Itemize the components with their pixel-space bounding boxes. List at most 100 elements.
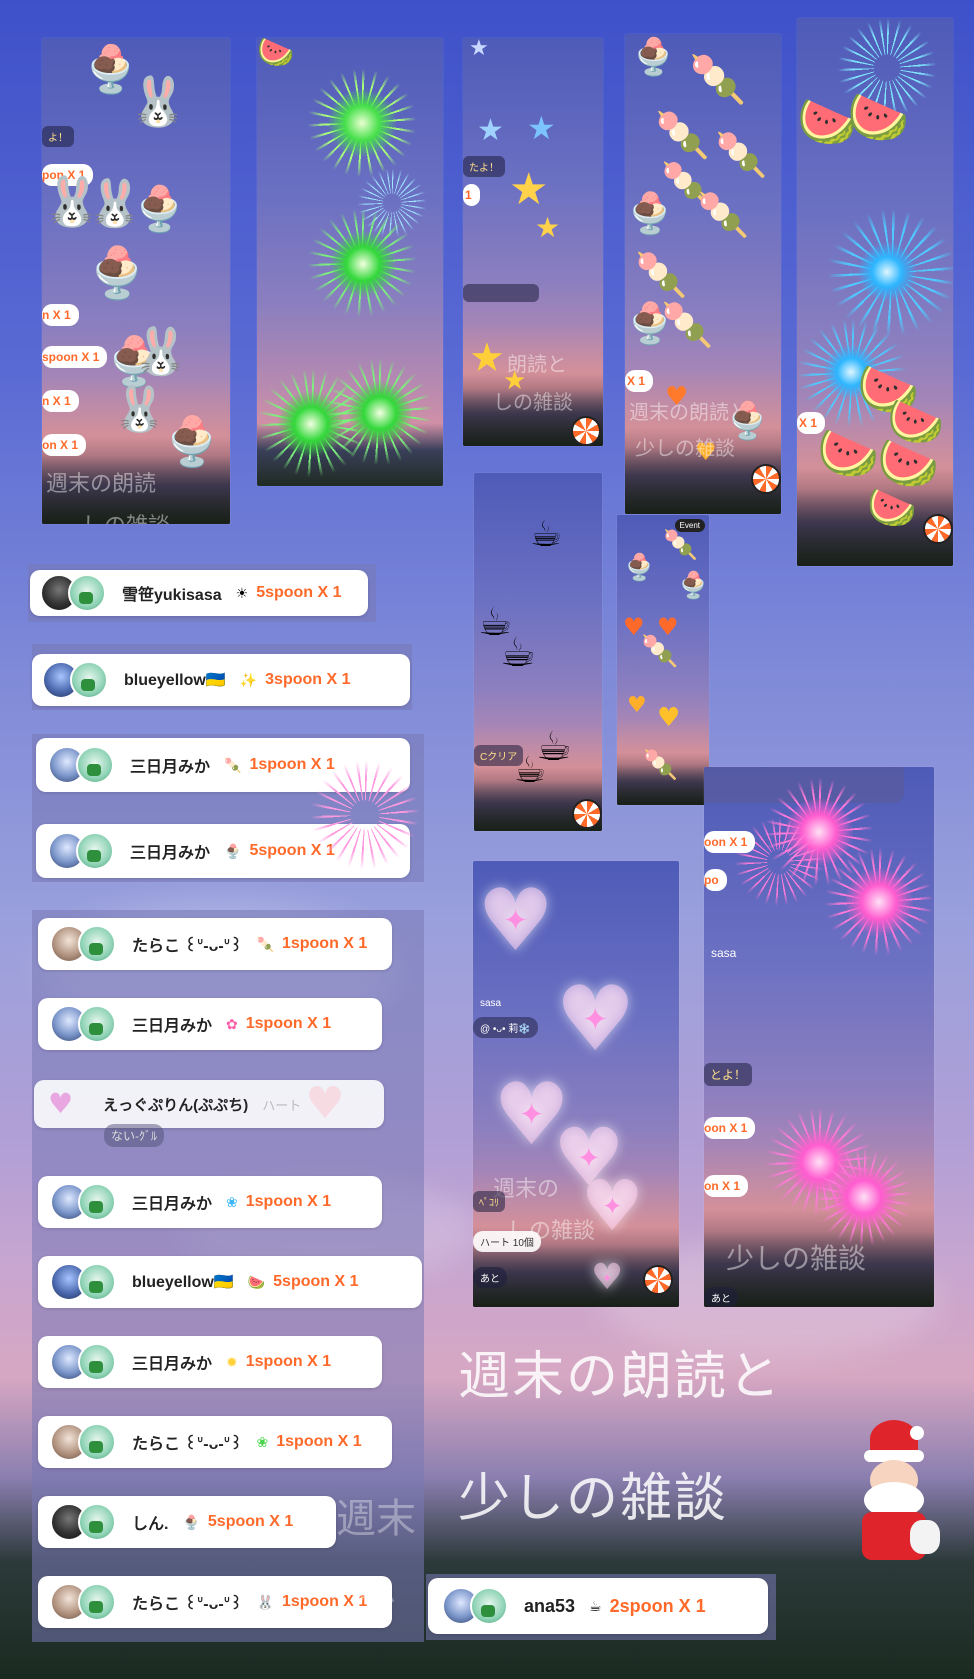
gift-icon: ✹ [226, 1353, 238, 1370]
gift-amount: 1spoon X 1 [249, 756, 335, 773]
faded-chat: ない-ｸﾞﾙ [104, 1124, 164, 1147]
heart-bubble-icon: ♥ [555, 967, 636, 1072]
ice-pop-icon: 🍡 [715, 130, 768, 179]
chat-sub: @ •ᴗ• 莉❄️ [473, 1017, 538, 1038]
sender-name: 三日月みか [132, 1196, 213, 1213]
gift-amount: 5spoon X 1 [273, 1273, 359, 1290]
gift-amount: 1spoon X 1 [245, 1015, 332, 1032]
watermelon-icon: 🍉 [847, 88, 910, 146]
sender-name: しん. [132, 1516, 169, 1533]
gift-amount: 1spoon X 1 [245, 1193, 332, 1210]
gift-row: たらこ ꒰ᐡ-ᴗ-ᐡ꒱ 🍡 1spoon X 1 [38, 918, 392, 970]
stream-title-overlay: 少しの雑談 [726, 1242, 867, 1275]
sender-name: blueyellow🇺🇦 [132, 1274, 234, 1291]
ice-pop-icon: 🍡 [641, 634, 679, 669]
parfait-icon: 🍨 [677, 571, 709, 601]
sender-name: 三日月みか [132, 1018, 213, 1035]
parfait-icon: 🍨 [725, 401, 770, 442]
ice-pop-icon: 🍡 [697, 190, 750, 239]
gift-row: たらこ ꒰ᐡ-ᴗ-ᐡ꒱ 🐰 1spoon X 1 [38, 1576, 392, 1628]
roulette-wheel-icon[interactable] [571, 416, 601, 446]
gift-pill: on X 1 [42, 434, 87, 456]
host-avatar [76, 746, 114, 784]
gift-amount: ハート [262, 1097, 302, 1113]
heart-icon: ♥ [305, 1078, 345, 1129]
sender-name: たらこ ꒰ᐡ-ᴗ-ᐡ꒱ [132, 938, 243, 955]
gift-row: 三日月みか ❀ 1spoon X 1 [38, 1176, 382, 1228]
star-icon: ★ [535, 211, 561, 244]
watermelon-icon: 🍉 [257, 38, 295, 70]
heart-bubble-icon: ♥ [591, 1257, 623, 1298]
stream-title-overlay: 週末の朗読 [46, 472, 157, 497]
ice-pop-icon: 🍡 [643, 748, 678, 781]
gift-icon: ☕ [589, 1597, 602, 1614]
bunny-icon: 🐰 [132, 324, 190, 378]
gift-icon: 🍡 [256, 935, 274, 952]
santa-icon [848, 1420, 940, 1570]
gift-amount: 1spoon X 1 [276, 1433, 362, 1450]
chat-chip: ﾍﾟｺﾘ [473, 1191, 505, 1212]
stream-shot-hearts: ♥ sasa @ •ᴗ• 莉❄️ ♥ ♥ ♥ ♥ 週末の しの雑談 ﾍﾟｺﾘ ハ… [473, 861, 679, 1307]
sender-name: 三日月みか [130, 845, 211, 862]
gift-icon: 🍉 [247, 1273, 266, 1290]
stream-title-overlay: 少しの雑談 [635, 436, 735, 460]
gift-pill: 1 [463, 184, 480, 206]
gift-row: 雪笹yukisasa ☀ 5spoon X 1 [30, 570, 368, 616]
sender-name: えっぐぷりん(ぷぷち) [103, 1096, 249, 1114]
gift-icon: ❀ [226, 1193, 238, 1210]
host-avatar [78, 925, 116, 963]
stream-shot-parfaits: よ！ pon X 1 n X 1 spoon X 1 n X 1 on X 1 … [42, 38, 230, 524]
host-avatar [70, 661, 108, 699]
firework-glow [830, 1163, 898, 1231]
ice-pop-icon: 🍡 [663, 528, 698, 561]
host-avatar [78, 1583, 116, 1621]
chat-chip: とよ！ [704, 1063, 753, 1086]
star-icon: ★ [469, 38, 489, 61]
chat-chip: たよ！ [463, 156, 505, 177]
ice-pop-icon: 🍡 [689, 52, 747, 106]
coffee-icon: ☕ [514, 750, 547, 791]
shooting-star-icon: ★ [477, 113, 504, 148]
gift-row: blueyellow🇺🇦 ✨ 3spoon X 1 [32, 654, 410, 706]
gift-amount: 1spoon X 1 [281, 1593, 368, 1610]
bunny-icon: 🐰 [128, 74, 188, 130]
shooting-star-icon: ★ [527, 109, 556, 147]
roulette-wheel-icon[interactable] [572, 799, 602, 829]
gift-row: blueyellow🇺🇦 🍉 5spoon X 1 [38, 1256, 422, 1308]
gift-pill: ハート 10個 [473, 1231, 541, 1252]
username-label: sasa [480, 998, 502, 1009]
gift-row: しん. 🍨 5spoon X 1 [38, 1496, 336, 1548]
stream-title-overlay: しの雑談 [82, 508, 170, 524]
ice-pop-icon: 🍡 [655, 110, 710, 161]
stream-title-line2: 少しの雑談 [458, 1469, 729, 1529]
roulette-wheel-icon[interactable] [643, 1265, 673, 1295]
stream-shot-watermelons: 🍉 🍉 X 1 🍉 🍉 🍉 🍉 🍉 [797, 18, 953, 566]
gift-pill: spoon X 1 [42, 346, 108, 368]
bunny-icon: 🐰 [112, 384, 167, 435]
heart-icon: ♥ [627, 693, 647, 718]
parfait-icon: 🍨 [625, 301, 675, 347]
firework-glow [327, 88, 397, 158]
stream-shot-green-fireworks: 🍉 [257, 38, 443, 486]
coffee-icon: ☕ [530, 514, 563, 555]
parfait-icon: 🍨 [132, 184, 187, 235]
roulette-wheel-icon[interactable] [751, 464, 781, 494]
heart-icon: ♥ [657, 703, 681, 733]
gift-icon: ✿ [226, 1015, 238, 1032]
gift-amount: 3spoon X 1 [265, 671, 351, 688]
sender-name: たらこ ꒰ᐡ-ᴗ-ᐡ꒱ [132, 1596, 243, 1613]
sender-name: たらこ ꒰ᐡ-ᴗ-ᐡ꒱ [132, 1436, 243, 1453]
gift-row: 三日月みか ✹ 1spoon X 1 [38, 1336, 382, 1388]
stream-title-overlay: 朗読と [507, 352, 567, 376]
parfait-icon: 🍨 [162, 414, 222, 470]
sender-name: blueyellow🇺🇦 [124, 672, 226, 689]
firework-burst [310, 760, 420, 870]
parfait-icon: 🍨 [623, 553, 656, 583]
gift-row: ♥ えっぐぷりん(ぷぷち) ハート ♥ [34, 1080, 384, 1128]
heart-bubble-icon: ♥ [477, 871, 554, 971]
stream-shot-pink-fireworks: oon X 1 po sasa とよ！ oon X 1 on X 1 少しの雑談… [704, 767, 934, 1307]
gift-row: たらこ ꒰ᐡ-ᴗ-ᐡ꒱ ❀ 1spoon X 1 [38, 1416, 392, 1468]
gift-pill: n X 1 [42, 390, 79, 412]
roulette-wheel-icon[interactable] [923, 514, 953, 544]
gift-icon: 🍡 [224, 756, 242, 773]
